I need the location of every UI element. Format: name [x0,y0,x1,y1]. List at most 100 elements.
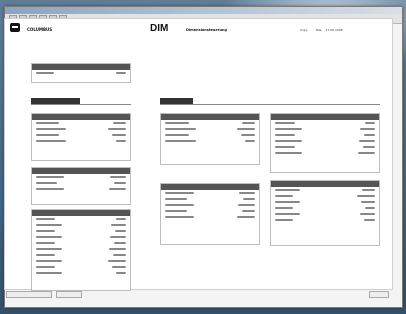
header-info: Copy Tele 17.09.1998 [300,28,343,32]
row-value-placeholder [242,210,255,212]
header-tele-label: Tele [315,28,322,32]
row-label-placeholder [275,152,302,154]
row-value-placeholder [360,213,375,215]
row-value-placeholder [237,216,255,218]
status-mid [56,290,82,298]
title-bar [5,7,402,14]
row-label-placeholder [165,204,194,206]
row-label-placeholder [36,242,55,244]
row-value-placeholder [114,182,126,184]
row-label-placeholder [275,140,302,142]
data-panel [31,209,131,291]
row-value-placeholder [357,195,375,197]
header-date: 17.09.1998 [325,28,343,32]
row-value-placeholder [365,122,375,124]
row-label-placeholder [165,198,187,200]
panel-row [32,186,130,192]
row-value-placeholder [359,140,375,142]
row-label-placeholder [36,266,55,268]
status-right [369,290,389,298]
row-value-placeholder [116,72,126,74]
row-label-placeholder [36,272,62,274]
row-label-placeholder [36,218,55,220]
row-value-placeholder [116,272,126,274]
header-copy-label: Copy [300,28,308,32]
row-value-placeholder [365,207,375,209]
row-label-placeholder [165,122,189,124]
row-label-placeholder [36,122,59,124]
row-value-placeholder [111,224,126,226]
row-label-placeholder [36,224,62,226]
row-value-placeholder [109,248,126,250]
row-value-placeholder [116,140,126,142]
row-value-placeholder [360,128,375,130]
panel-row [32,70,130,76]
data-panel [31,63,131,83]
row-label-placeholder [275,122,295,124]
status-bar [4,290,393,298]
row-label-placeholder [275,134,295,136]
row-label-placeholder [36,188,64,190]
data-panel [160,113,260,165]
module-title: DIM [150,23,169,34]
section-left-divider [31,104,131,105]
row-value-placeholder [362,189,375,191]
row-value-placeholder [108,260,126,262]
row-label-placeholder [36,128,66,130]
row-value-placeholder [238,204,255,206]
data-panel [270,113,380,173]
row-label-placeholder [36,260,62,262]
row-label-placeholder [275,213,300,215]
row-value-placeholder [112,266,126,268]
module-subtitle: Dimensionsteuerung [186,28,228,32]
row-value-placeholder [242,122,255,124]
data-panel [31,113,131,161]
row-value-placeholder [114,242,126,244]
row-label-placeholder [36,72,54,74]
row-value-placeholder [108,128,126,130]
row-label-placeholder [165,140,196,142]
panel-row [161,214,259,220]
row-value-placeholder [239,192,255,194]
row-label-placeholder [275,128,302,130]
row-label-placeholder [165,192,194,194]
row-label-placeholder [36,140,66,142]
row-label-placeholder [275,195,293,197]
status-left [6,290,52,298]
row-value-placeholder [245,140,255,142]
row-value-placeholder [113,122,126,124]
row-value-placeholder [358,152,375,154]
panel-row [32,270,130,276]
data-panel [31,167,131,205]
data-panel [270,180,380,246]
row-label-placeholder [275,219,293,221]
row-value-placeholder [115,230,126,232]
row-label-placeholder [36,176,64,178]
row-value-placeholder [243,198,255,200]
row-value-placeholder [109,188,126,190]
row-value-placeholder [364,134,375,136]
row-value-placeholder [110,236,126,238]
row-value-placeholder [364,219,375,221]
row-label-placeholder [36,248,62,250]
row-label-placeholder [275,146,295,148]
data-panel [160,183,260,245]
row-label-placeholder [165,134,189,136]
row-label-placeholder [36,254,55,256]
brand-text: COLUMBUS [27,27,53,32]
panel-row [271,150,379,156]
row-label-placeholder [165,128,196,130]
row-value-placeholder [241,134,255,136]
row-label-placeholder [165,216,194,218]
row-value-placeholder [361,201,375,203]
panel-row [271,217,379,223]
panel-row [161,138,259,144]
row-value-placeholder [112,134,126,136]
row-value-placeholder [110,176,126,178]
row-value-placeholder [363,146,375,148]
row-label-placeholder [275,189,300,191]
row-value-placeholder [237,128,255,130]
row-label-placeholder [275,207,293,209]
brand-logo-icon [10,23,20,32]
row-label-placeholder [36,236,62,238]
